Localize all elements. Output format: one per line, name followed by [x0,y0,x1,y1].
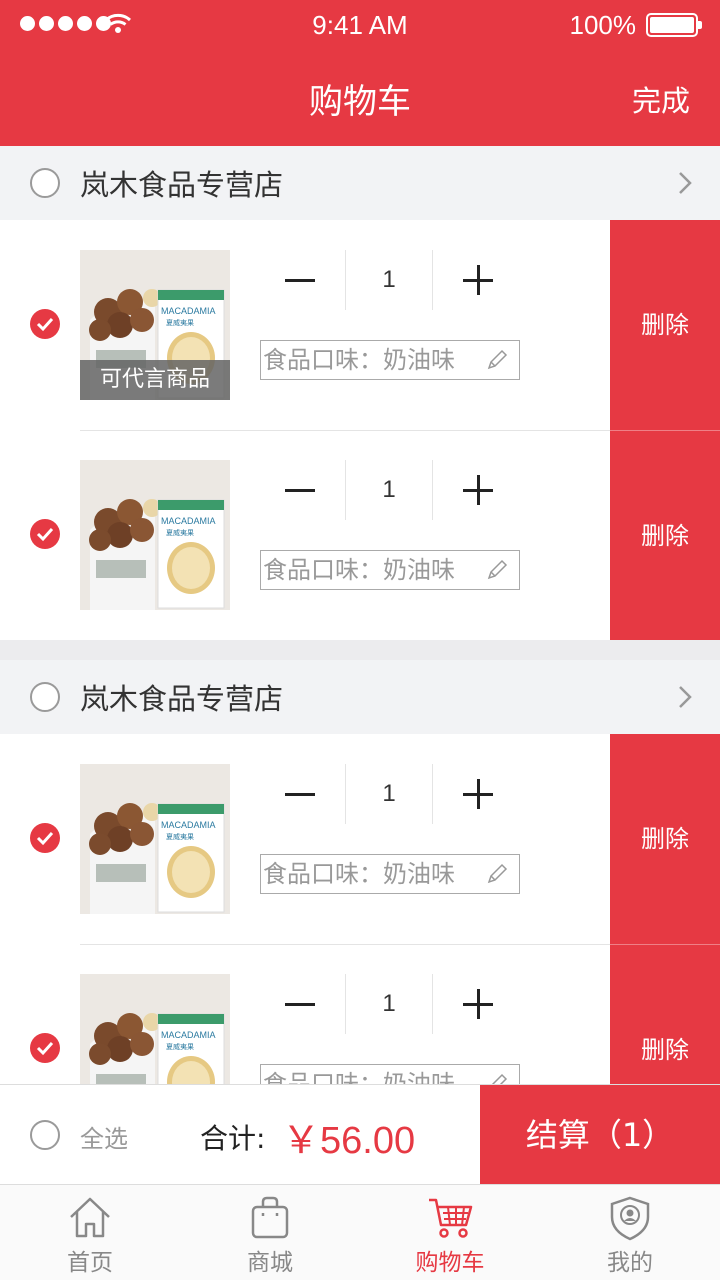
tab-label: 购物车 [415,1250,485,1276]
flavor-selector[interactable]: 食品口味：奶油味 [260,1064,520,1084]
tab-label: 我的 [607,1250,653,1276]
package-sub-text: 夏威夷果 [166,528,194,537]
status-bar: 9:41 AM 100% [0,0,720,50]
cart-list[interactable]: 岚木食品专营店 MACADAMIA 夏威夷果 可代言商品 1 食品口味：奶油味 … [0,146,720,1084]
pencil-icon [487,863,508,884]
battery-icon [646,13,702,37]
cart-item: MACADAMIA 夏威夷果 1 食品口味：奶油味 删除 [0,734,720,944]
store-header[interactable]: 岚木食品专营店 [0,146,720,220]
increase-quantity-button[interactable] [434,250,522,310]
decrease-quantity-button[interactable] [256,460,344,520]
item-check-icon[interactable] [30,823,60,853]
quantity-value[interactable]: 1 [345,460,433,520]
select-all-label[interactable]: 全选 [80,1119,128,1154]
store-group: 岚木食品专营店 MACADAMIA 夏威夷果 [0,660,720,1084]
package-sub-text: 夏威夷果 [166,1042,194,1051]
delete-button[interactable]: 删除 [610,220,720,430]
flavor-selector[interactable]: 食品口味：奶油味 [260,340,520,380]
checkout-button[interactable]: 结算（1） [480,1085,720,1185]
tab-mall[interactable]: 商城 [180,1185,360,1280]
delete-button[interactable]: 删除 [610,944,720,1084]
decrease-quantity-button[interactable] [256,764,344,824]
pencil-icon [487,559,508,580]
package-brand-text: MACADAMIA [161,1030,216,1040]
tab-label: 商城 [247,1250,293,1276]
package-brand-text: MACADAMIA [161,820,216,830]
flavor-text: 食品口味：奶油味 [263,556,455,584]
app-header: 9:41 AM 100% 购物车 完成 [0,0,720,146]
increase-quantity-button[interactable] [434,764,522,824]
flavor-text: 食品口味：奶油味 [263,860,455,888]
package-brand-text: MACADAMIA [161,516,216,526]
proxy-product-tag: 可代言商品 [80,360,230,400]
store-select-radio[interactable] [30,682,60,712]
checkout-bar: 全选 合计: ￥56.00 结算（1） [0,1084,720,1185]
store-name: 岚木食品专营店 [80,168,284,202]
cart-icon [429,1198,473,1238]
product-image[interactable]: MACADAMIA 夏威夷果 可代言商品 [80,250,230,400]
tab-mine[interactable]: 我的 [540,1185,720,1280]
store-header[interactable]: 岚木食品专营店 [0,660,720,734]
quantity-stepper: 1 [256,764,522,824]
cart-item: MACADAMIA 夏威夷果 1 食品口味：奶油味 删除 [0,430,720,640]
quantity-stepper: 1 [256,460,522,520]
product-image[interactable]: MACADAMIA 夏威夷果 [80,460,230,610]
package-sub-text: 夏威夷果 [166,832,194,841]
decrease-quantity-button[interactable] [256,974,344,1034]
pencil-icon [491,1073,508,1084]
flavor-selector[interactable]: 食品口味：奶油味 [260,550,520,590]
pencil-icon [487,349,508,370]
tab-cart[interactable]: 购物车 [360,1185,540,1280]
tab-label: 首页 [67,1250,113,1276]
quantity-value[interactable]: 1 [345,974,433,1034]
cart-item: MACADAMIA 夏威夷果 可代言商品 1 食品口味：奶油味 删除 [0,220,720,430]
page-title: 购物车 [309,82,411,122]
quantity-value[interactable]: 1 [345,764,433,824]
delete-button[interactable]: 删除 [610,430,720,640]
quantity-value[interactable]: 1 [345,250,433,310]
item-check-icon[interactable] [30,309,60,339]
total-label: 合计: [200,1122,266,1155]
quantity-stepper: 1 [256,250,522,310]
battery-percent: 100% [569,10,637,40]
store-select-radio[interactable] [30,168,60,198]
select-all-radio[interactable] [30,1120,60,1150]
increase-quantity-button[interactable] [434,460,522,520]
store-group: 岚木食品专营店 MACADAMIA 夏威夷果 [0,146,720,640]
chevron-right-icon[interactable] [678,171,692,195]
quantity-stepper: 1 [256,974,522,1034]
bottom-tab-bar: 首页 商城 购物车 我的 [0,1184,720,1280]
chevron-right-icon[interactable] [678,685,692,709]
done-button[interactable]: 完成 [632,78,690,120]
flavor-text: 食品口味：奶油味 [263,1070,455,1084]
flavor-text: 食品口味：奶油味 [263,346,455,374]
cart-item: MACADAMIA 夏威夷果 1 食品口味：奶油味 删除 [0,944,720,1084]
item-check-icon[interactable] [30,1033,60,1063]
delete-button[interactable]: 删除 [610,734,720,944]
decrease-quantity-button[interactable] [256,250,344,310]
profile-shield-icon [610,1196,650,1241]
tab-home[interactable]: 首页 [0,1185,180,1280]
store-name: 岚木食品专营店 [80,682,284,716]
package-brand-text: MACADAMIA [161,306,216,316]
product-image[interactable]: MACADAMIA 夏威夷果 [80,974,230,1084]
bag-icon [251,1196,289,1239]
home-icon [70,1197,110,1238]
total-amount: ￥56.00 [282,1120,416,1162]
increase-quantity-button[interactable] [434,974,522,1034]
item-check-icon[interactable] [30,519,60,549]
flavor-selector[interactable]: 食品口味：奶油味 [260,854,520,894]
product-image[interactable]: MACADAMIA 夏威夷果 [80,764,230,914]
package-sub-text: 夏威夷果 [166,318,194,327]
